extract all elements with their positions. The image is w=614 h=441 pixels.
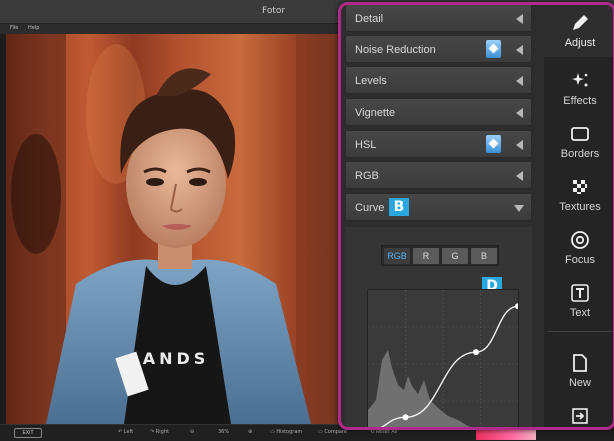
window-title: Fotor: [262, 6, 286, 16]
rotate-left-label: Left: [123, 429, 134, 435]
checker-texture-icon: [573, 180, 587, 194]
exit-button[interactable]: EXIT: [14, 428, 42, 438]
curve-graph[interactable]: [367, 289, 521, 430]
accordion-vignette[interactable]: Vignette: [345, 98, 532, 126]
compare-button[interactable]: ▭ Compare: [318, 429, 347, 435]
sparkle-icon: [572, 73, 588, 87]
accordion-label: RGB: [355, 170, 379, 182]
collapse-arrow-icon: [516, 140, 523, 150]
accordion-levels[interactable]: Levels: [345, 66, 532, 94]
premium-diamond-icon: [486, 135, 501, 153]
expand-arrow-icon: [514, 205, 524, 212]
curve-control-point[interactable]: [473, 349, 479, 356]
tab-rgb[interactable]: RGB: [384, 248, 410, 264]
tool-focus[interactable]: Focus: [544, 222, 613, 274]
tool-export[interactable]: [544, 398, 613, 427]
histogram-icon: ▭: [270, 429, 275, 435]
accordion-label: Vignette: [355, 107, 396, 119]
tool-sidebar: Adjust Effects Borders Textures Focus Te…: [544, 5, 613, 427]
rotate-right-icon: ↷: [150, 429, 155, 435]
rotate-left-button[interactable]: ↶ Left: [118, 429, 133, 435]
tool-label: Text: [569, 307, 591, 319]
accordion-hsl[interactable]: HSL: [345, 130, 532, 158]
collapse-arrow-icon: [516, 108, 523, 118]
callout-b: B: [389, 198, 409, 216]
tool-separator: [548, 331, 612, 332]
text-box-icon: [571, 284, 589, 302]
photo-canvas[interactable]: ANDS: [6, 34, 342, 424]
zoom-level: 36%: [218, 429, 230, 435]
border-frame-icon: [571, 127, 589, 141]
curve-control-point[interactable]: [368, 428, 371, 430]
collapse-arrow-icon: [516, 45, 523, 55]
tool-new[interactable]: New: [544, 345, 613, 397]
collapse-arrow-icon: [516, 76, 523, 86]
tab-green[interactable]: G: [442, 248, 468, 264]
tool-textures[interactable]: Textures: [544, 169, 613, 221]
rotate-right-button[interactable]: ↷ Right: [150, 429, 169, 435]
portrait-photo: ANDS: [6, 34, 342, 424]
tool-label: New: [568, 377, 591, 389]
magnified-adjust-panel: Detail Noise Reduction Levels Vignette H…: [338, 2, 614, 430]
focus-target-icon: [571, 231, 589, 249]
curve-editor: RGB R G B D: [345, 227, 532, 430]
rotate-left-icon: ↶: [118, 429, 123, 435]
tool-label: Adjust: [564, 37, 596, 49]
histogram-label: Histogram: [276, 429, 303, 435]
export-icon: [572, 408, 588, 424]
channel-tabs: RGB R G B: [381, 245, 499, 266]
new-file-icon: [573, 354, 587, 372]
tool-label: Focus: [565, 254, 595, 266]
accordion-detail[interactable]: Detail: [345, 5, 532, 32]
collapse-arrow-icon: [516, 14, 523, 24]
fotor-window: Fotor File Help ANDS EXIT ↶ Left ↷ Right…: [0, 0, 614, 441]
accordion-rgb[interactable]: RGB: [345, 161, 532, 189]
tab-blue[interactable]: B: [471, 248, 497, 264]
tool-label: Textures: [559, 201, 601, 213]
tool-effects[interactable]: Effects: [544, 63, 613, 115]
compare-icon: ▭: [318, 429, 323, 435]
menu-bar: File Help: [0, 24, 340, 34]
rotate-right-label: Right: [155, 429, 169, 435]
tab-red[interactable]: R: [413, 248, 439, 264]
accordion-label: HSL: [355, 139, 377, 151]
menu-file[interactable]: File: [10, 25, 18, 31]
accordion-noise-reduction[interactable]: Noise Reduction: [345, 35, 532, 63]
accordion-label: Curve: [355, 202, 385, 214]
accordion-label: Levels: [355, 75, 387, 87]
premium-diamond-icon: [486, 40, 501, 58]
tool-label: Effects: [563, 95, 597, 107]
curve-control-point[interactable]: [402, 414, 409, 421]
histogram-button[interactable]: ▭ Histogram: [270, 429, 302, 435]
collapse-arrow-icon: [516, 171, 523, 181]
tool-text[interactable]: Text: [544, 275, 613, 327]
svg-text:ANDS: ANDS: [143, 349, 210, 368]
tone-curve[interactable]: [368, 290, 521, 430]
tool-adjust[interactable]: Adjust: [544, 5, 613, 57]
accordion-label: Detail: [355, 13, 384, 25]
accordion-label: Noise Reduction: [355, 44, 436, 56]
zoom-in-icon[interactable]: ⊕: [248, 429, 252, 435]
zoom-out-icon[interactable]: ⊖: [190, 429, 194, 435]
menu-help[interactable]: Help: [28, 25, 39, 31]
accordion-curve[interactable]: Curve: [345, 193, 532, 221]
curve-control-point[interactable]: [515, 303, 521, 310]
compare-label: Compare: [324, 429, 348, 435]
tool-label: Borders: [560, 148, 600, 160]
tool-borders[interactable]: Borders: [544, 116, 613, 168]
pencil-icon: [573, 15, 588, 30]
